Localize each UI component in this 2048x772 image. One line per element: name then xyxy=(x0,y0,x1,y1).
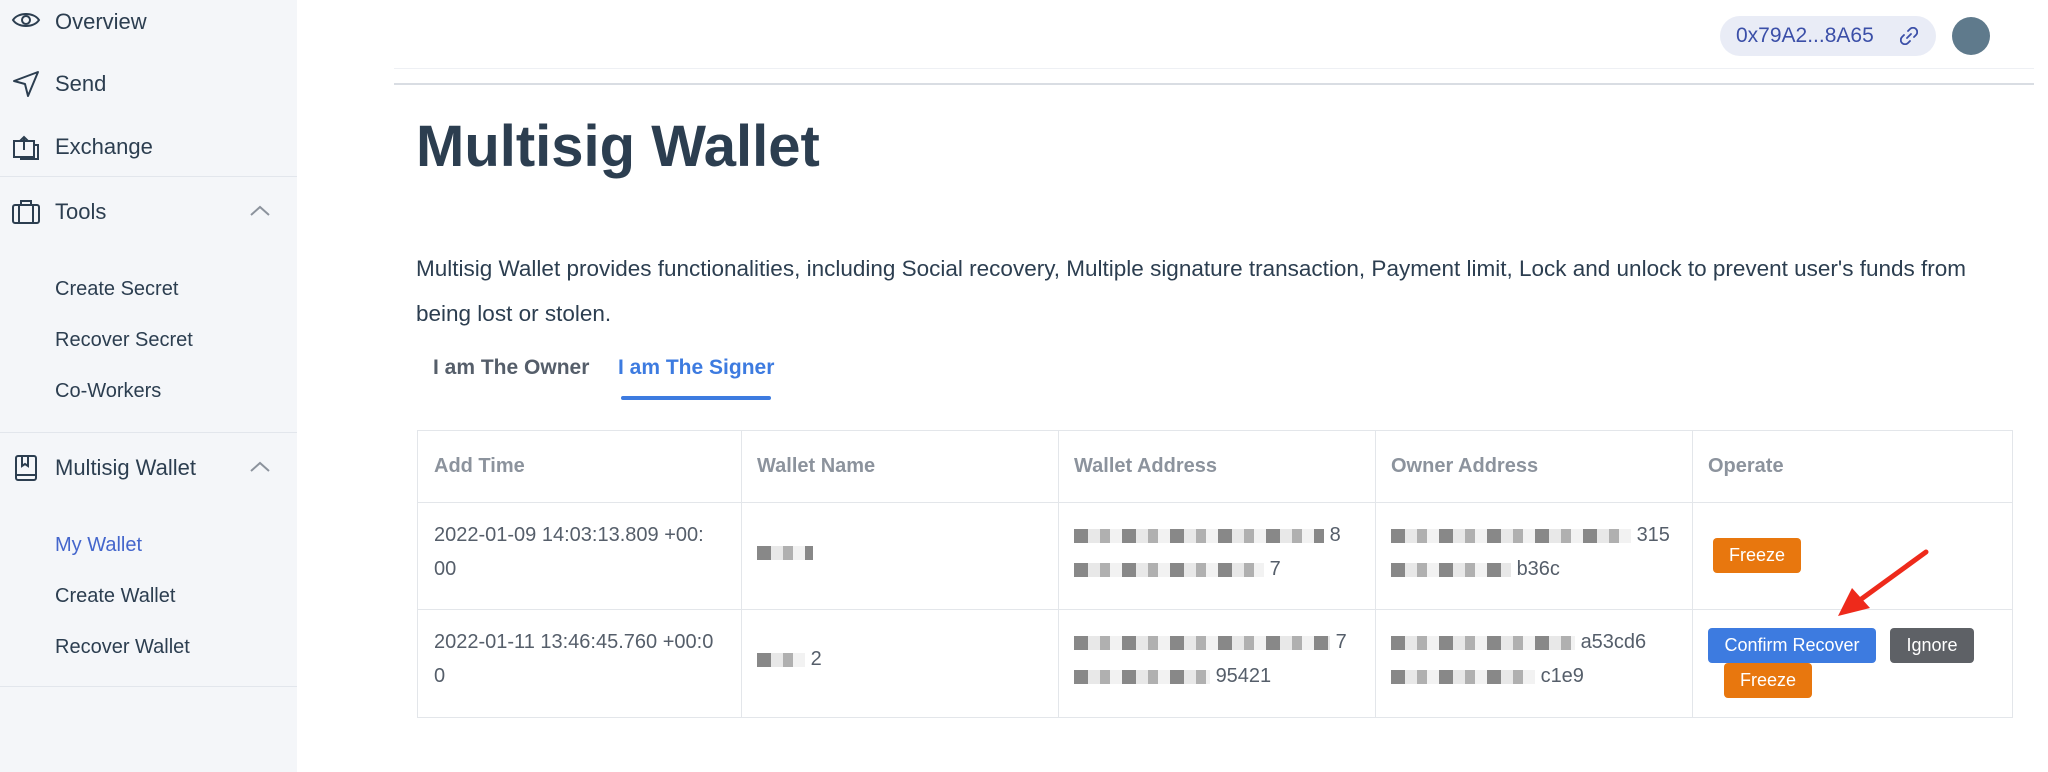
sidebar-subitem-my-wallet[interactable]: My Wallet xyxy=(55,534,142,557)
owner-address-line2: b36c xyxy=(1391,552,1560,586)
ignore-button[interactable]: Ignore xyxy=(1890,628,1974,663)
column-header-owner-address: Owner Address xyxy=(1391,455,1539,477)
page-title: Multisig Wallet xyxy=(416,114,820,179)
annotation-arrow-icon xyxy=(1838,549,1929,616)
redacted-text xyxy=(1074,635,1330,650)
tab-signer[interactable]: I am The Signer xyxy=(618,356,774,380)
redacted-text xyxy=(1391,562,1511,577)
eye-icon xyxy=(10,6,42,38)
wallet-address-suffix: 7 xyxy=(1335,631,1347,653)
owner-address-line2: c1e9 xyxy=(1391,659,1584,693)
wallet-address-suffix: 95421 xyxy=(1215,665,1272,687)
chevron-up-icon[interactable] xyxy=(248,200,272,224)
wallet-address-line1: 8 xyxy=(1074,518,1341,552)
sidebar-subitem-create-secret[interactable]: Create Secret xyxy=(55,278,178,301)
tab-owner[interactable]: I am The Owner xyxy=(433,356,589,380)
sidebar-item-label: Exchange xyxy=(55,134,153,159)
freeze-button[interactable]: Freeze xyxy=(1724,663,1812,698)
wallet-address-suffix: 7 xyxy=(1269,558,1281,580)
wallet-address-suffix: 8 xyxy=(1329,524,1341,546)
link-icon[interactable] xyxy=(1899,26,1919,46)
exchange-icon xyxy=(10,131,42,163)
row-divider xyxy=(418,502,2012,503)
avatar[interactable] xyxy=(1952,17,1990,55)
sidebar-item-label: Send xyxy=(55,71,107,96)
page-description: Multisig Wallet provides functionalities… xyxy=(416,256,1967,326)
redacted-text xyxy=(757,545,813,560)
wallet-address-line1: 7 xyxy=(1074,625,1347,659)
confirm-recover-button[interactable]: Confirm Recover xyxy=(1708,628,1876,663)
sidebar-subitem-co-workers[interactable]: Co-Workers xyxy=(55,380,161,403)
column-divider xyxy=(741,431,742,717)
sidebar-subitem-create-wallet[interactable]: Create Wallet xyxy=(55,585,175,608)
owner-address-suffix: c1e9 xyxy=(1540,665,1584,687)
freeze-button[interactable]: Freeze xyxy=(1713,538,1801,573)
book-icon xyxy=(10,452,42,484)
sidebar-divider xyxy=(0,686,297,687)
owner-address-suffix: a53cd6 xyxy=(1580,631,1647,653)
active-tab-indicator xyxy=(621,396,771,400)
column-header-wallet-address: Wallet Address xyxy=(1074,455,1217,477)
owner-address-suffix: 315 xyxy=(1636,524,1670,546)
redacted-text xyxy=(1074,528,1324,543)
wallet-name-suffix: 2 xyxy=(810,648,822,670)
sidebar-item-multisig-wallet[interactable]: Multisig Wallet xyxy=(0,438,297,498)
wallet-address-line2: 95421 xyxy=(1074,659,1271,693)
owner-address-suffix: b36c xyxy=(1516,558,1560,580)
sidebar-item-overview[interactable]: Overview xyxy=(0,0,297,52)
toolbox-icon xyxy=(10,196,42,228)
sidebar-divider xyxy=(0,432,297,433)
sidebar-item-send[interactable]: Send xyxy=(0,54,297,114)
sidebar-item-label: Overview xyxy=(55,9,147,34)
redacted-text xyxy=(1074,562,1264,577)
wallet-name-cell xyxy=(757,535,813,569)
add-time-line1: 2022-01-11 13:46:45.760 +00:0 xyxy=(434,631,714,653)
sidebar-divider xyxy=(0,176,297,177)
column-header-add-time: Add Time xyxy=(434,455,525,477)
add-time-line2: 0 xyxy=(434,665,446,687)
sidebar-item-label: Multisig Wallet xyxy=(55,455,196,480)
sidebar-item-tools[interactable]: Tools xyxy=(0,182,297,242)
add-time-line2: 00 xyxy=(434,558,457,580)
redacted-text xyxy=(1074,669,1210,684)
sidebar-subitem-recover-wallet[interactable]: Recover Wallet xyxy=(55,636,190,659)
redacted-text xyxy=(1391,528,1631,543)
wallet-address-text: 0x79A2...8A65 xyxy=(1736,24,1874,47)
column-divider xyxy=(1692,431,1693,717)
sidebar-item-label: Tools xyxy=(55,199,107,224)
add-time-line1: 2022-01-09 14:03:13.809 +00: xyxy=(434,524,704,546)
sidebar: Overview Send Exchange Tools Create Secr… xyxy=(0,0,297,772)
wallet-address-pill[interactable]: 0x79A2...8A65 xyxy=(1720,16,1936,56)
column-divider xyxy=(1058,431,1059,717)
column-divider xyxy=(1375,431,1376,717)
redacted-text xyxy=(1391,669,1535,684)
wallet-name-cell: 2 xyxy=(757,642,822,676)
column-header-operate: Operate xyxy=(1708,455,1784,477)
owner-address-line1: a53cd6 xyxy=(1391,625,1646,659)
wallet-address-line2: 7 xyxy=(1074,552,1281,586)
wallet-table: Add Time Wallet Name Wallet Address Owne… xyxy=(417,430,2013,718)
row-divider xyxy=(418,609,2012,610)
column-header-wallet-name: Wallet Name xyxy=(757,455,876,477)
owner-address-line1: 315 xyxy=(1391,518,1670,552)
sidebar-subitem-recover-secret[interactable]: Recover Secret xyxy=(55,329,193,352)
header-divider xyxy=(394,83,2034,85)
redacted-text xyxy=(1391,635,1575,650)
sidebar-item-exchange[interactable]: Exchange xyxy=(0,117,297,177)
redacted-text xyxy=(757,652,805,667)
chevron-up-icon[interactable] xyxy=(248,456,272,480)
header-divider xyxy=(394,68,2034,69)
send-icon xyxy=(10,68,42,100)
